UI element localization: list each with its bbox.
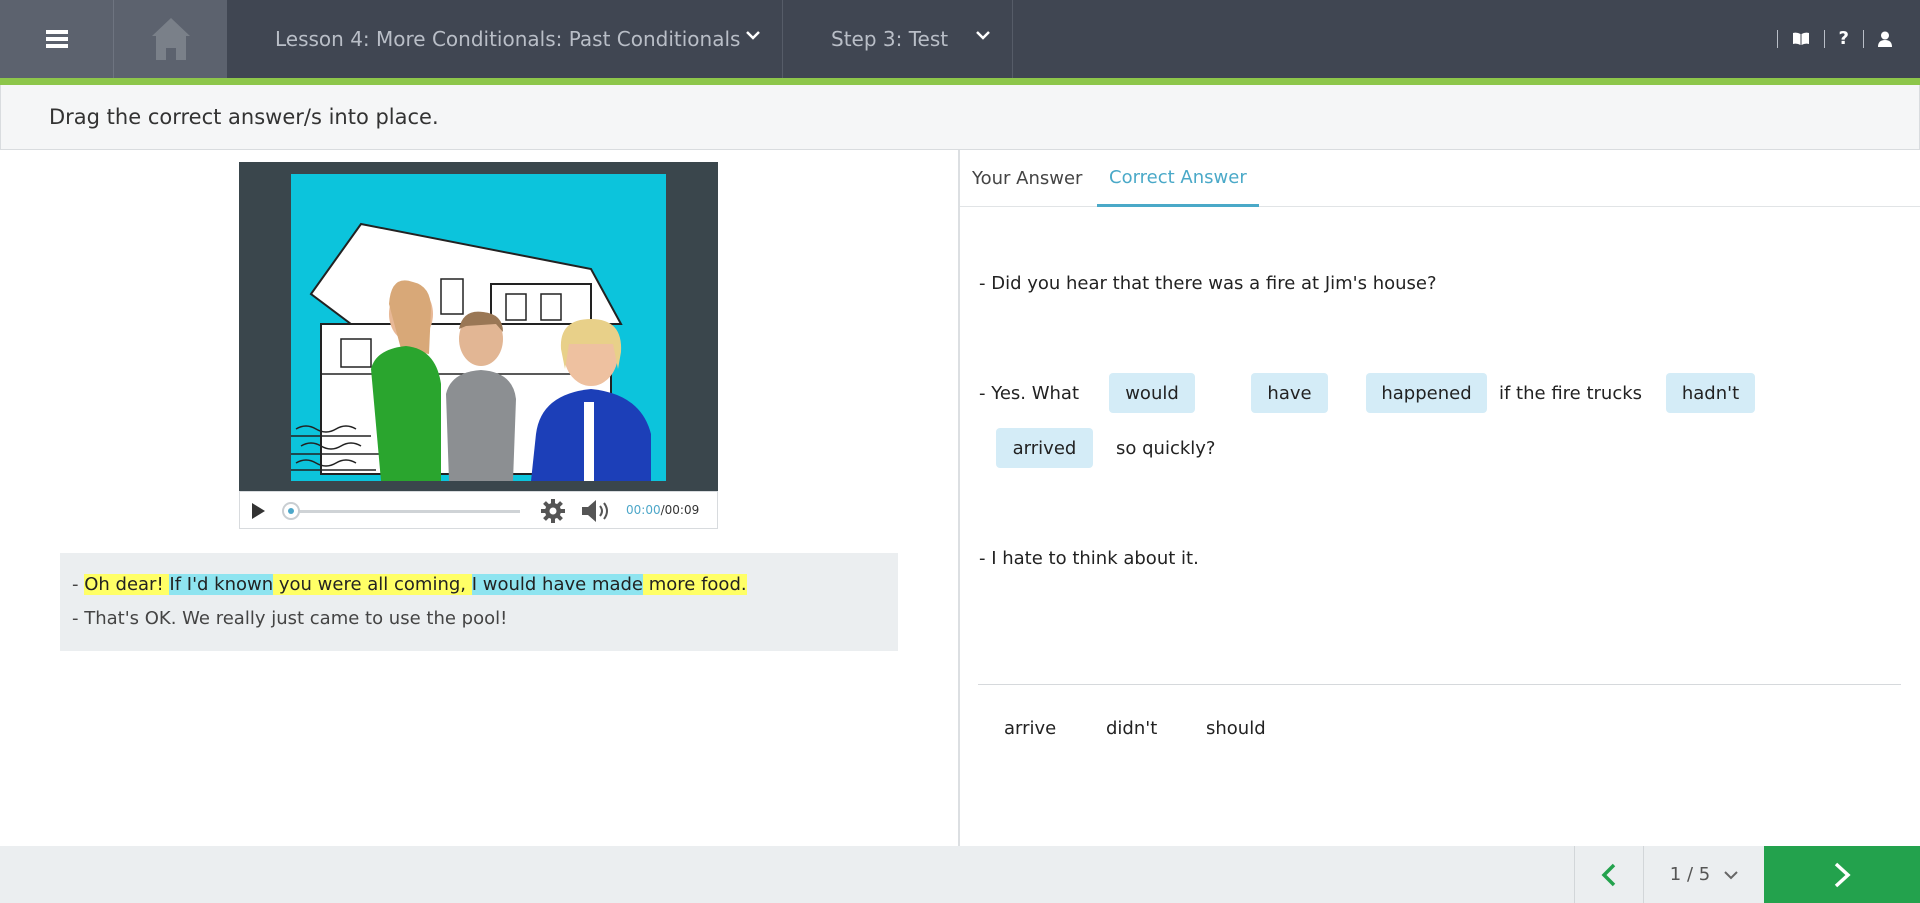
play-icon[interactable] (252, 503, 265, 519)
dialogue-line-end: so quickly? (1116, 438, 1216, 459)
highlight-blue-text: I would have made (471, 574, 644, 595)
previous-button[interactable] (1574, 846, 1644, 903)
chevron-right-icon (1834, 862, 1851, 887)
separator (1823, 30, 1825, 48)
help-icon[interactable]: ? (1839, 30, 1849, 48)
instruction-text: Drag the correct answer/s into place. (49, 105, 439, 129)
dialogue-line-start: - Yes. What (979, 383, 1080, 404)
top-navigation-bar: Lesson 4: More Conditionals: Past Condit… (0, 0, 1920, 85)
word-bank-item[interactable]: arrive (1004, 718, 1056, 739)
step-title: Step 3: Test (831, 27, 949, 51)
chevron-down-icon (976, 31, 990, 40)
answer-chip-have[interactable]: have (1251, 373, 1328, 413)
highlight-yellow-text: more food. (643, 574, 747, 595)
next-button[interactable] (1764, 846, 1920, 903)
footer-navigation: 1 / 5 (0, 846, 1920, 903)
page-selector[interactable]: 1 / 5 (1644, 846, 1764, 903)
video-frame[interactable] (291, 174, 666, 481)
current-time: 00:00 (626, 503, 661, 517)
highlight-yellow-text: you were all coming, (273, 574, 472, 595)
progress-accent-line (0, 78, 1920, 85)
video-player[interactable]: 00:00/00:09 (239, 162, 718, 529)
tab-your-answer[interactable]: Your Answer (960, 150, 1094, 207)
user-icon[interactable] (1878, 31, 1892, 47)
answer-chip-arrived[interactable]: arrived (996, 428, 1093, 468)
settings-gear-icon[interactable] (541, 499, 565, 523)
transcript-line: - Oh dear! If I'd known you were all com… (72, 568, 886, 602)
word-bank-item[interactable]: didn't (1106, 718, 1157, 739)
step-selector[interactable]: Step 3: Test (783, 0, 1013, 78)
home-button[interactable] (114, 0, 227, 78)
answer-chip-hadnt[interactable]: hadn't (1666, 373, 1755, 413)
home-icon (151, 18, 190, 60)
transcript-line: - That's OK. We really just came to use … (72, 608, 508, 629)
dialogue-line: - I hate to think about it. (979, 548, 1199, 569)
tab-correct-answer[interactable]: Correct Answer (1097, 150, 1259, 207)
instruction-bar: Drag the correct answer/s into place. (0, 85, 1920, 150)
word-bank-divider (978, 684, 1901, 685)
chevron-down-icon (746, 31, 760, 40)
menu-button[interactable] (0, 0, 114, 78)
seek-handle[interactable] (282, 502, 300, 520)
video-seek-bar[interactable] (290, 510, 520, 513)
video-scene-image (291, 174, 666, 481)
panel-divider (958, 150, 960, 846)
answer-tabs: Your Answer Correct Answer (960, 150, 1920, 207)
dialogue-line-middle: if the fire trucks (1499, 383, 1643, 404)
highlight-blue-text: If I'd known (169, 574, 274, 595)
duration: 00:09 (664, 503, 700, 517)
dialogue-line: - Did you hear that there was a fire at … (979, 273, 1437, 294)
chevron-down-icon (1724, 870, 1738, 879)
hamburger-menu-icon (45, 30, 68, 48)
video-controls: 00:00/00:09 (239, 491, 718, 529)
lesson-title: Lesson 4: More Conditionals: Past Condit… (275, 27, 741, 51)
answer-chip-happened[interactable]: happened (1366, 373, 1487, 413)
word-bank-item[interactable]: should (1206, 718, 1266, 739)
video-time-display: 00:00/00:09 (626, 503, 699, 517)
transcript-box: - Oh dear! If I'd known you were all com… (60, 553, 898, 651)
highlight-yellow-text: Oh dear! (84, 574, 170, 595)
transcript-prefix: - (72, 574, 85, 595)
volume-icon[interactable] (582, 500, 614, 522)
book-icon[interactable] (1792, 32, 1810, 46)
lesson-selector[interactable]: Lesson 4: More Conditionals: Past Condit… (227, 0, 783, 78)
topbar-actions: ? (1763, 0, 1920, 78)
page-indicator: 1 / 5 (1669, 864, 1711, 885)
answer-chip-would[interactable]: would (1109, 373, 1195, 413)
separator (1863, 30, 1864, 48)
separator (1776, 30, 1778, 48)
chevron-left-icon (1601, 863, 1616, 886)
